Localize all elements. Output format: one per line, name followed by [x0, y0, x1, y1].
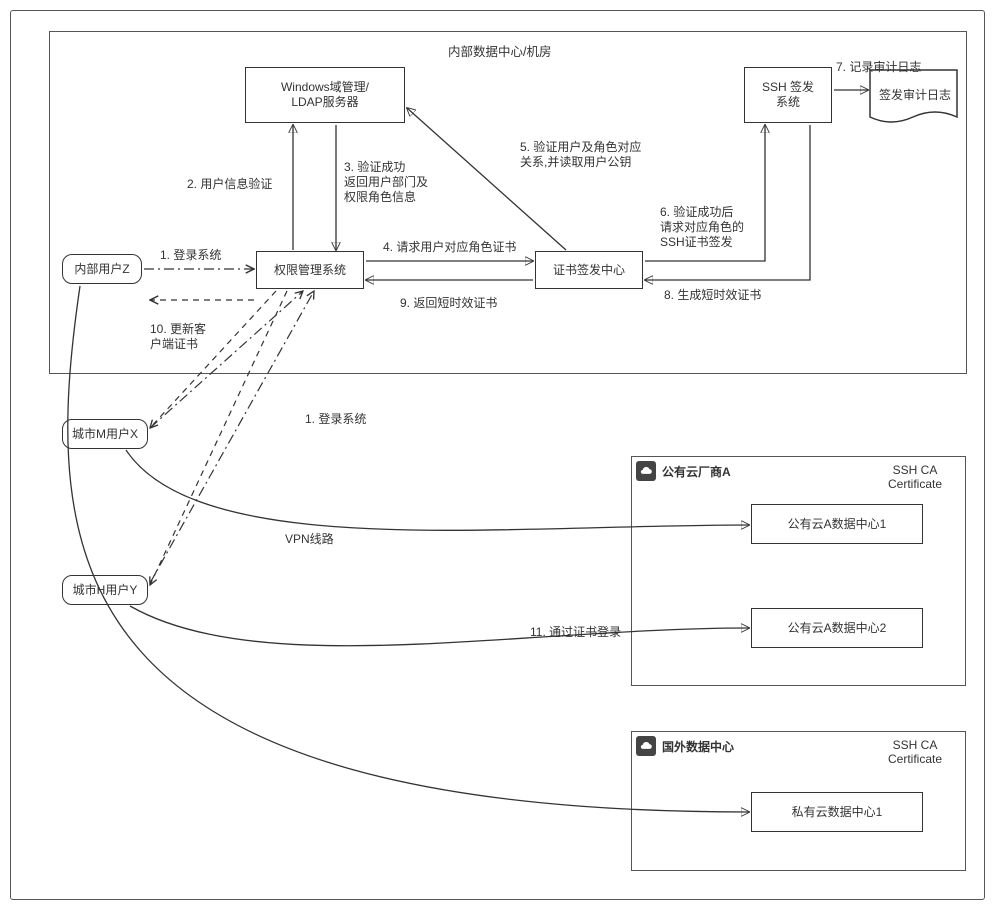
- node-ssh-issue-label: SSH 签发 系统: [762, 80, 814, 110]
- edge-11: 11. 通过证书登录: [530, 625, 621, 640]
- edge-8: 8. 生成短时效证书: [664, 288, 761, 303]
- node-user-z-label: 内部用户Z: [74, 262, 129, 276]
- edge-3: 3. 验证成功 返回用户部门及 权限角色信息: [344, 160, 428, 205]
- node-certcenter: 证书签发中心: [535, 251, 643, 289]
- zone-foreign-dc-ca: SSH CA Certificate: [888, 738, 942, 766]
- diagram-canvas: 内部数据中心/机房 Windows域管理/ LDAP服务器 SSH 签发 系统 …: [0, 0, 1000, 911]
- node-user-hy-label: 城市H用户Y: [73, 583, 138, 597]
- cloud-icon: [636, 736, 656, 756]
- edge-2: 2. 用户信息验证: [187, 177, 272, 192]
- edge-6: 6. 验证成功后 请求对应角色的 SSH证书签发: [660, 205, 744, 250]
- node-ldap-label: Windows域管理/ LDAP服务器: [281, 80, 369, 110]
- node-cloud-a-dc2-label: 公有云A数据中心2: [788, 621, 887, 636]
- zone-internal-datacenter-title: 内部数据中心/机房: [448, 41, 551, 60]
- cloud-icon: [636, 461, 656, 481]
- node-cloud-a-dc2: 公有云A数据中心2: [751, 608, 923, 648]
- zone-foreign-dc-title: 国外数据中心: [662, 738, 734, 755]
- node-user-z: 内部用户Z: [62, 254, 142, 284]
- edge-1: 1. 登录系统: [160, 248, 221, 263]
- zone-cloud-a-ca: SSH CA Certificate: [888, 463, 942, 491]
- node-ssh-issue: SSH 签发 系统: [744, 67, 832, 123]
- edge-4: 4. 请求用户对应角色证书: [383, 240, 516, 255]
- node-certcenter-label: 证书签发中心: [553, 263, 625, 278]
- edge-1b: 1. 登录系统: [305, 412, 366, 427]
- node-ldap: Windows域管理/ LDAP服务器: [245, 67, 405, 123]
- node-user-hy: 城市H用户Y: [62, 575, 148, 605]
- zone-foreign-dc-header: 国外数据中心: [636, 736, 734, 756]
- node-cloud-a-dc1: 公有云A数据中心1: [751, 504, 923, 544]
- edge-5: 5. 验证用户及角色对应 关系,并读取用户公钥: [520, 140, 641, 170]
- node-user-mx: 城市M用户X: [62, 419, 148, 449]
- node-private-dc1: 私有云数据中心1: [751, 792, 923, 832]
- zone-cloud-a-title: 公有云厂商A: [662, 463, 731, 480]
- node-user-mx-label: 城市M用户X: [72, 427, 138, 441]
- zone-cloud-a-header: 公有云厂商A: [636, 461, 731, 481]
- edge-9: 9. 返回短时效证书: [400, 296, 497, 311]
- node-authsys-label: 权限管理系统: [274, 263, 346, 278]
- edge-10: 10. 更新客 户端证书: [150, 322, 206, 352]
- edge-7: 7. 记录审计日志: [836, 60, 921, 75]
- node-private-dc1-label: 私有云数据中心1: [792, 805, 883, 820]
- node-authsys: 权限管理系统: [256, 251, 364, 289]
- edge-vpn: VPN线路: [285, 532, 334, 547]
- doc-audit-label: 签发审计日志: [878, 86, 952, 103]
- node-cloud-a-dc1-label: 公有云A数据中心1: [788, 517, 887, 532]
